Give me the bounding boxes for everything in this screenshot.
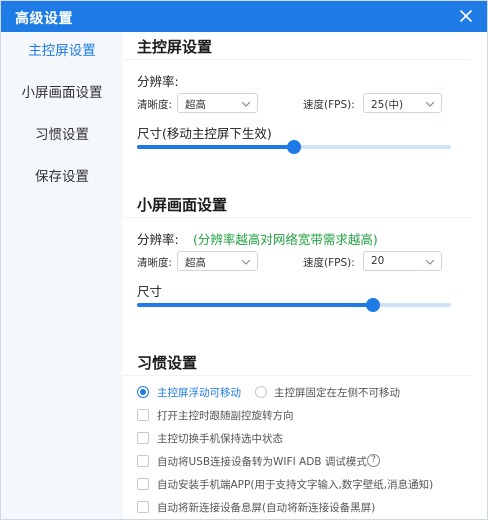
sidebar-item-small-screen[interactable]: 小屏画面设置 — [1, 80, 123, 106]
checkbox-keep-selected[interactable] — [137, 432, 149, 444]
sidebar-item-main-screen[interactable]: 主控屏设置 — [1, 38, 123, 64]
divider — [123, 375, 471, 376]
checkbox-follow-rotation[interactable] — [137, 409, 149, 421]
small-fps-value: 20 — [371, 255, 385, 267]
slider-handle[interactable] — [287, 140, 301, 154]
chevron-down-icon — [425, 257, 435, 265]
checkbox-wifi-adb[interactable] — [137, 455, 149, 467]
habits-section-title: 习惯设置 — [137, 354, 198, 372]
small-resolution-hint: (分辨率越高对网络宽带需求越高) — [193, 232, 378, 247]
checkbox-screen-off[interactable] — [137, 501, 149, 513]
slider-fill — [137, 303, 373, 307]
checkbox-wifi-adb-label[interactable]: 自动将USB连接设备转为WIFI ADB 调试模式 — [157, 454, 367, 469]
checkbox-screen-off-label[interactable]: 自动将新连接设备息屏(自动将新连接设备黑屏) — [157, 500, 375, 515]
small-fps-select[interactable]: 20 — [363, 251, 442, 271]
slider-handle[interactable] — [365, 298, 380, 312]
sidebar: 主控屏设置 小屏画面设置 习惯设置 保存设置 — [1, 32, 123, 519]
divider — [123, 59, 471, 60]
chevron-down-icon — [425, 99, 435, 107]
slider-fill — [137, 145, 294, 149]
checkbox-auto-install-app[interactable] — [137, 478, 149, 490]
small-clarity-value: 超高 — [185, 257, 206, 269]
title-bar: 高级设置 — [1, 1, 487, 32]
radio-fixed-left-label[interactable]: 主控屏固定在左侧不可移动 — [274, 385, 400, 400]
divider — [123, 217, 471, 218]
small-clarity-label: 清晰度: — [137, 257, 173, 269]
main-resolution-label: 分辨率: — [137, 74, 179, 89]
small-resolution-label: 分辨率: — [137, 232, 179, 247]
question-circle-icon[interactable]: ? — [367, 454, 380, 467]
main-clarity-value: 超高 — [185, 99, 206, 111]
radio-floating[interactable] — [137, 386, 149, 398]
main-clarity-select[interactable]: 超高 — [177, 93, 258, 113]
sidebar-item-habits[interactable]: 习惯设置 — [1, 122, 123, 148]
main-screen-section-title: 主控屏设置 — [137, 38, 213, 56]
main-fps-label: 速度(FPS): — [303, 99, 355, 111]
small-size-slider[interactable] — [137, 298, 451, 312]
window-title: 高级设置 — [15, 11, 73, 27]
advanced-settings-window: 高级设置 主控屏设置 小屏画面设置 习惯设置 保存设置 主控屏设置 分辨率: 清… — [0, 0, 488, 520]
main-fps-select[interactable]: 25(中) — [363, 93, 442, 113]
main-clarity-label: 清晰度: — [137, 99, 173, 111]
checkbox-follow-rotation-label[interactable]: 打开主控时跟随副控旋转方向 — [157, 408, 294, 423]
checkbox-keep-selected-label[interactable]: 主控切换手机保持选中状态 — [157, 431, 283, 446]
radio-floating-label[interactable]: 主控屏浮动可移动 — [157, 385, 241, 400]
chevron-down-icon — [241, 257, 251, 265]
close-icon[interactable] — [459, 9, 473, 23]
small-clarity-select[interactable]: 超高 — [177, 251, 258, 271]
radio-fixed-left[interactable] — [255, 386, 267, 398]
sidebar-item-save[interactable]: 保存设置 — [1, 164, 123, 190]
main-size-slider[interactable] — [137, 140, 451, 154]
checkbox-auto-install-app-label[interactable]: 自动安装手机端APP(用于支持文字输入,数字壁纸,消息通知) — [157, 477, 433, 492]
chevron-down-icon — [241, 99, 251, 107]
small-screen-section-title: 小屏画面设置 — [137, 196, 228, 214]
main-fps-value: 25(中) — [371, 99, 404, 111]
small-fps-label: 速度(FPS): — [303, 257, 355, 269]
